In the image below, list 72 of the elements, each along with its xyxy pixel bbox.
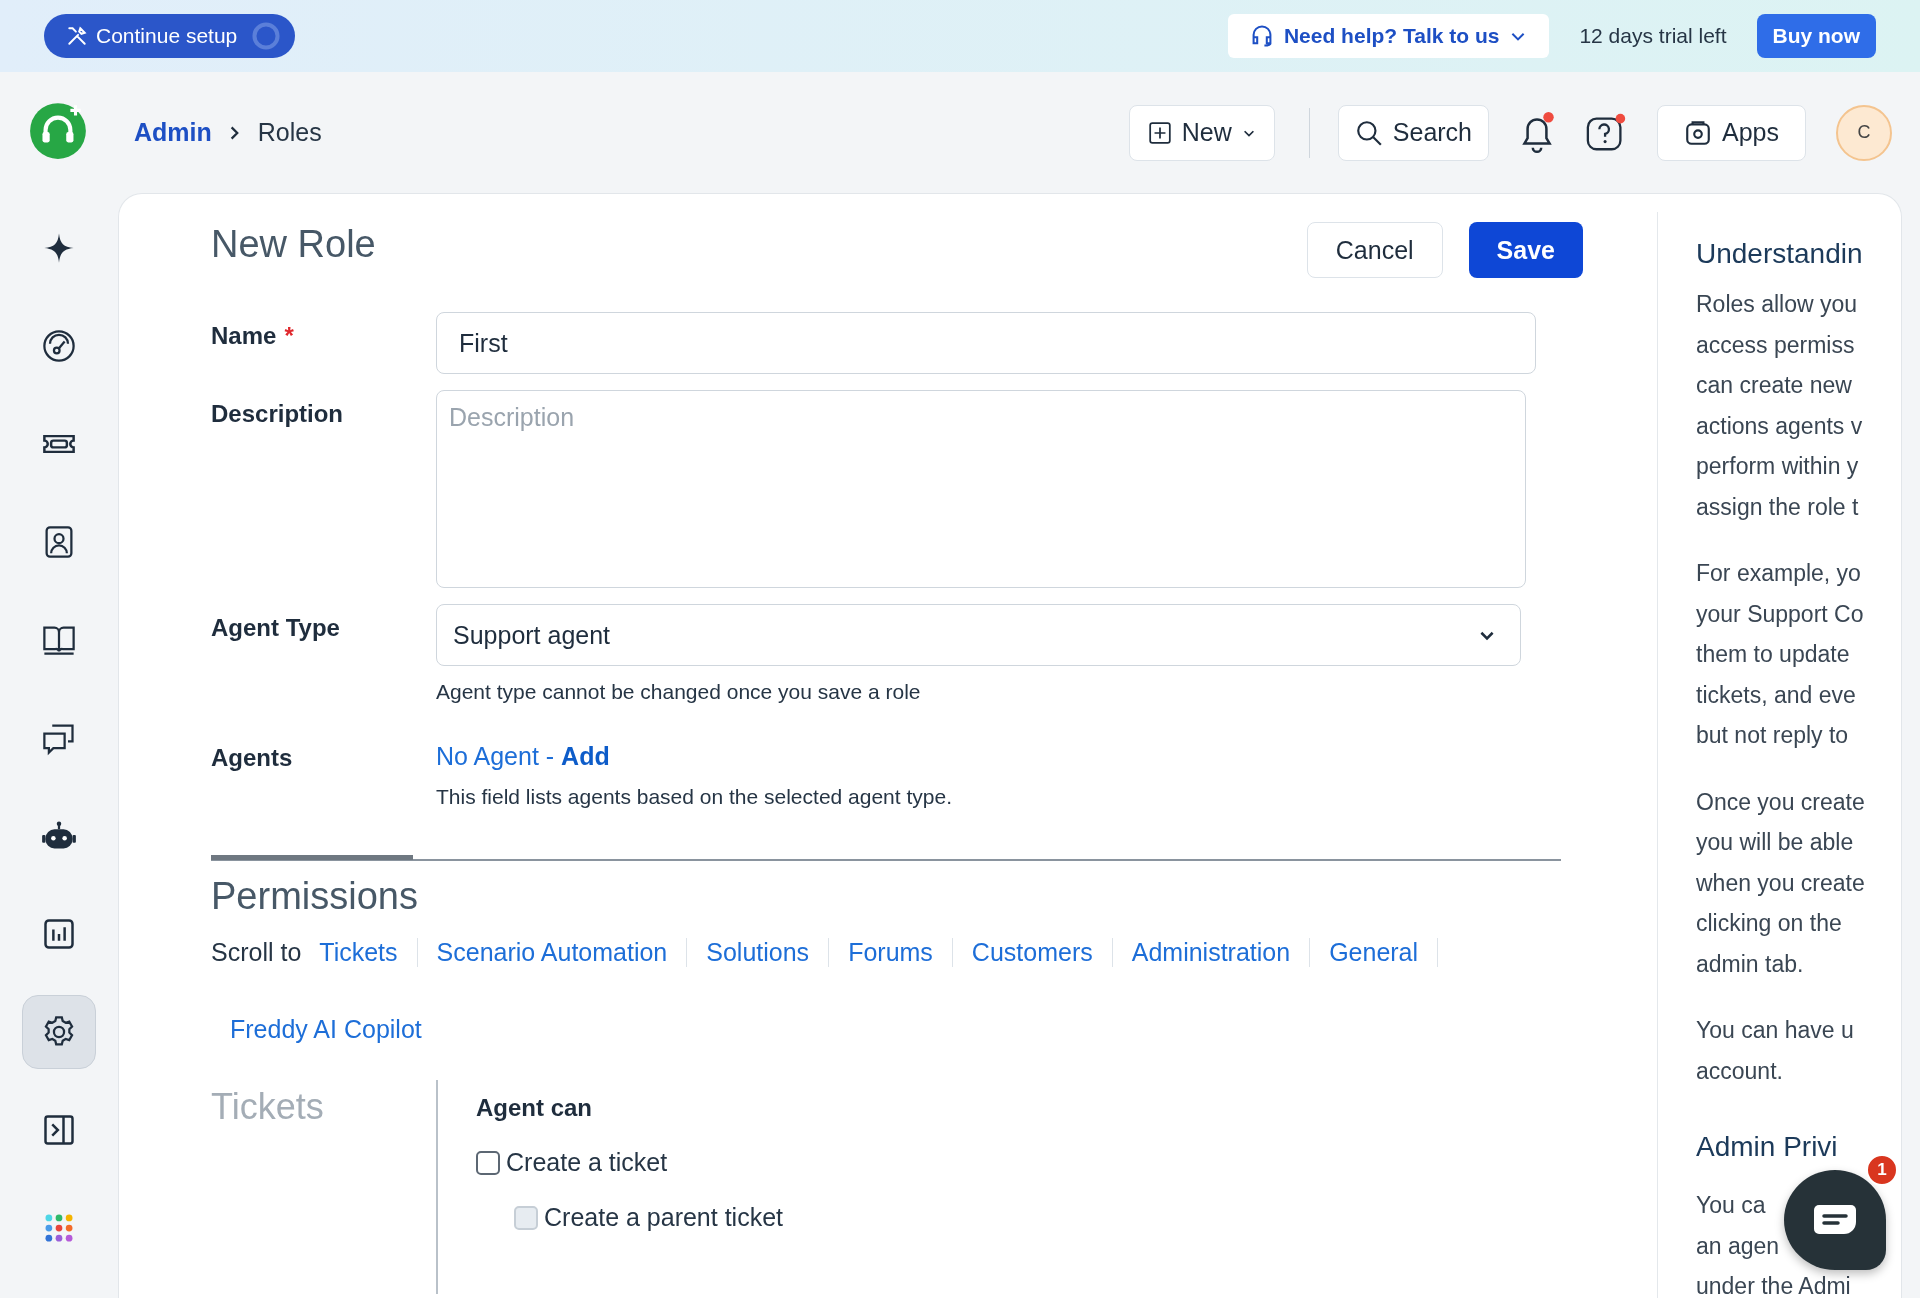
scroll-to-link[interactable]: Freddy AI Copilot (211, 1015, 441, 1044)
help-text-line: them to update (1696, 640, 1850, 669)
scroll-to-label: Scroll to (211, 938, 302, 967)
user-avatar[interactable]: C (1836, 104, 1892, 161)
help-text-line: clicking on the (1696, 909, 1842, 938)
page-title: New Role (211, 222, 376, 266)
gauge-icon (41, 328, 77, 364)
apps-icon (1684, 118, 1712, 147)
collapse-icon (41, 1112, 77, 1148)
plus-square-icon (1147, 120, 1172, 145)
help-text-line: your Support Co (1696, 599, 1864, 629)
chart-icon (41, 916, 77, 952)
help-text-line: Once you create (1696, 787, 1865, 817)
section-heading: Agent can (476, 1094, 593, 1122)
scroll-to-link[interactable]: General (1310, 938, 1439, 967)
help-text-line: access permiss (1696, 330, 1855, 360)
help-text-line: assign the role t (1696, 492, 1859, 522)
help-text-line: under the Admi (1696, 1272, 1851, 1298)
help-text-line: can create new (1696, 371, 1852, 400)
description-textarea[interactable]: Description (436, 390, 1526, 588)
checkbox-label: Create a ticket (506, 1148, 668, 1177)
field-label: Agent Type (211, 614, 340, 643)
scroll-to-link[interactable]: Scenario Automation (417, 938, 688, 967)
checkbox-label: Create a parent ticket (544, 1203, 783, 1232)
help-button[interactable]: Need help? Talk to us (1227, 14, 1550, 58)
scroll-to-link[interactable]: Solutions (687, 938, 830, 967)
help-text-line: actions agents v (1696, 411, 1863, 441)
field-label: Description (211, 400, 344, 429)
sidebar-item[interactable] (22, 995, 96, 1069)
required-asterisk: * (284, 322, 294, 351)
add-agent-link[interactable]: No Agent - Add (436, 734, 1583, 771)
scroll-to-link[interactable]: Administration (1112, 938, 1311, 967)
cancel-button[interactable]: Cancel (1306, 222, 1443, 278)
help-text-line: tickets, and eve (1696, 680, 1856, 710)
help-text-line: but not reply to (1696, 721, 1849, 750)
help-text-line: admin tab. (1696, 949, 1804, 979)
scroll-to-link[interactable]: Customers (952, 938, 1113, 967)
agent-type-dropdown[interactable]: Support agent (436, 604, 1521, 666)
chat-bubble-icon (1813, 1203, 1857, 1237)
scroll-to-link[interactable]: Tickets (313, 938, 418, 967)
buy-now-button[interactable]: Buy now (1756, 14, 1876, 58)
field-hint: Agent type cannot be changed once you save a role (436, 680, 922, 704)
trial-text: 12 days trial left (1579, 24, 1727, 48)
checkbox[interactable] (476, 1150, 500, 1175)
tools-icon (66, 25, 88, 47)
field-label: Agents (211, 744, 293, 773)
help-text-line: when you create (1696, 868, 1865, 898)
section-title: Tickets (211, 1085, 325, 1129)
help-text-line: Roles allow you (1696, 290, 1858, 319)
help-heading: Admin Privi (1696, 1131, 1838, 1163)
field-hint: This field lists agents based on the selected agent type. (436, 785, 953, 809)
apps-button[interactable]: Apps (1657, 104, 1806, 161)
help-text-line: account. (1696, 1056, 1783, 1086)
search-icon (1354, 118, 1383, 147)
help-text-line: perform within y (1696, 452, 1859, 481)
breadcrumb-current: Roles (257, 118, 322, 147)
scroll-to-link[interactable]: Forums (829, 938, 953, 967)
help-text-line: You ca (1696, 1191, 1766, 1220)
help-text-line: You can have u (1696, 1016, 1854, 1045)
help-heading: Understandin (1696, 238, 1863, 270)
search-button[interactable]: Search (1337, 104, 1489, 161)
name-input[interactable]: First (436, 312, 1536, 374)
progress-ring-icon (251, 21, 282, 51)
help-text-line: For example, yo (1696, 559, 1861, 588)
new-button[interactable]: New (1128, 104, 1275, 161)
save-button[interactable]: Save (1468, 222, 1583, 278)
continue-setup-button[interactable]: Continue setup (44, 14, 296, 58)
breadcrumb-link[interactable]: Admin (134, 118, 212, 147)
help-text-line: an agen (1696, 1231, 1780, 1261)
section-title: Permissions (211, 875, 419, 918)
help-text-line: you will be able (1696, 828, 1854, 857)
field-label: Name (211, 322, 277, 351)
